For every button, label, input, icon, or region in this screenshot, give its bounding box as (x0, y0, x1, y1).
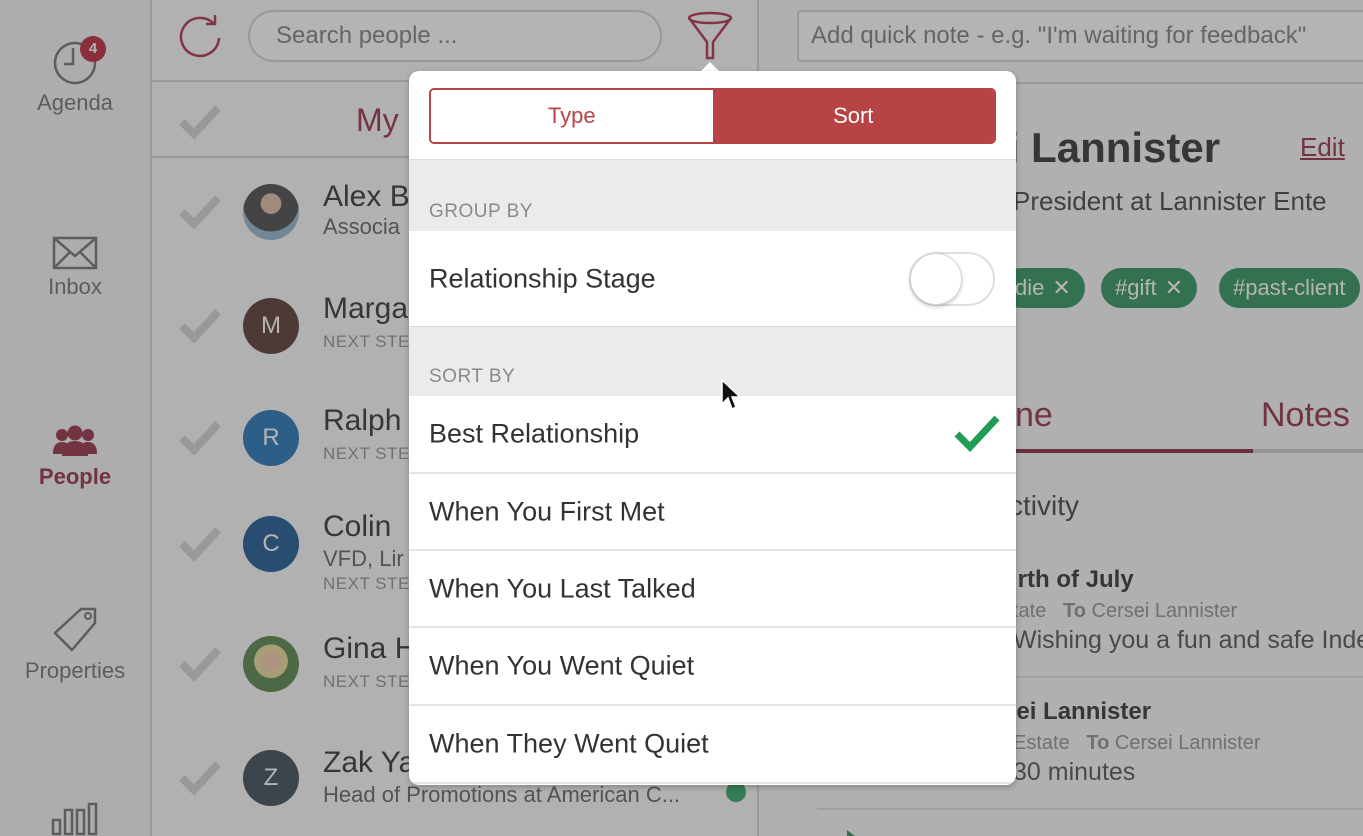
type-sort-segmented-control: Type Sort (429, 88, 996, 144)
option-label: When You Last Talked (429, 573, 696, 603)
sort-filter-popover: Type Sort GROUP BY Relationship Stage SO… (409, 71, 1016, 785)
relationship-stage-toggle[interactable] (909, 252, 995, 306)
sort-option-last-talked[interactable]: When You Last Talked (409, 551, 1016, 626)
checkmark-icon (954, 414, 1000, 457)
section-heading-label: SORT BY (429, 366, 516, 387)
sort-option-best-relationship[interactable]: Best Relationship (409, 396, 1016, 472)
divider (409, 782, 1016, 784)
group-by-heading: GROUP BY (409, 159, 1016, 231)
group-by-option[interactable]: Relationship Stage (409, 231, 1016, 326)
section-heading-label: GROUP BY (429, 201, 533, 222)
segment-sort[interactable]: Sort (712, 90, 994, 142)
option-label: Best Relationship (429, 418, 640, 449)
mouse-cursor-icon (720, 378, 742, 417)
segment-type[interactable]: Type (431, 90, 713, 142)
toggle-knob (910, 253, 962, 305)
sort-option-first-met[interactable]: When You First Met (409, 474, 1016, 549)
option-label: When You First Met (429, 496, 665, 526)
option-label: When You Went Quiet (429, 650, 695, 681)
sort-option-they-went-quiet[interactable]: When They Went Quiet (409, 706, 1016, 782)
sort-option-you-went-quiet[interactable]: When You Went Quiet (409, 628, 1016, 704)
option-label: Relationship Stage (429, 263, 656, 293)
sort-by-heading: SORT BY (409, 326, 1016, 396)
option-label: When They Went Quiet (429, 728, 709, 759)
